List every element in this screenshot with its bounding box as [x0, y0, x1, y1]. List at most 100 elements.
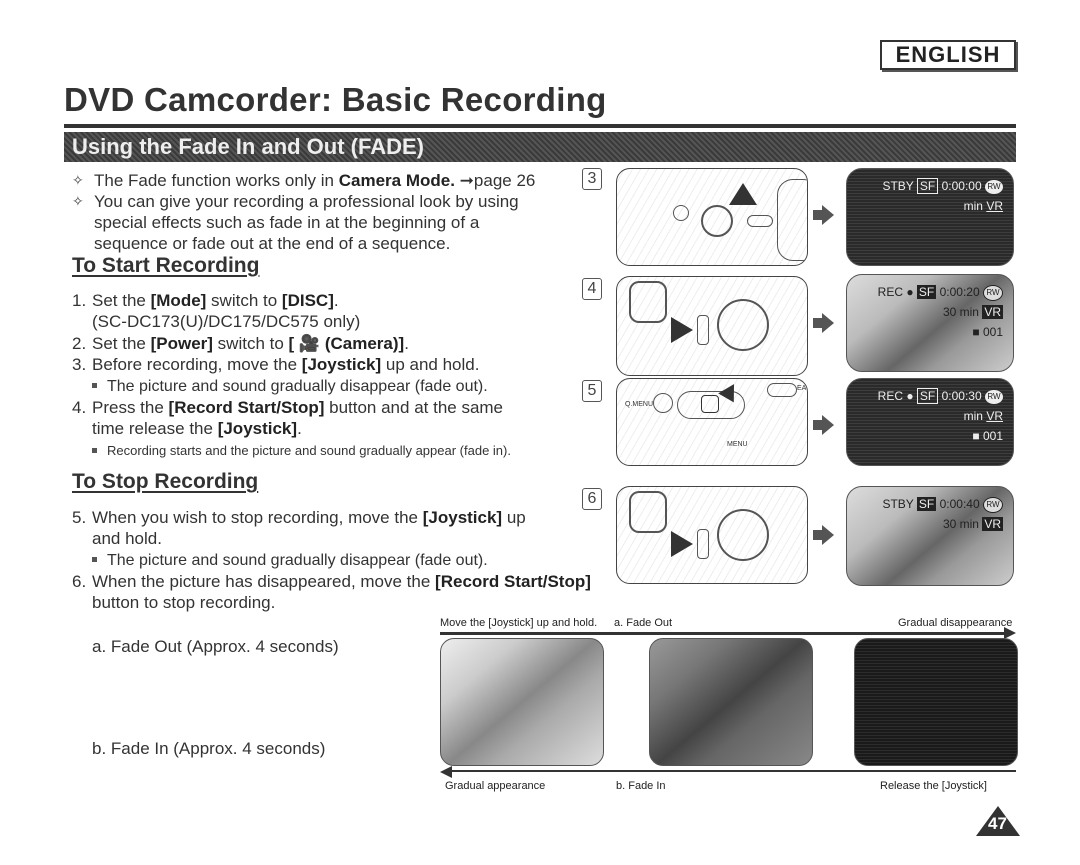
- mode-dial-icon: [717, 299, 769, 351]
- step-5-badge: 5: [582, 380, 602, 402]
- q-menu-button-icon: [653, 393, 673, 413]
- step-bold: [Mode]: [150, 291, 207, 310]
- camera-icon: ■: [972, 429, 980, 443]
- right-pointer-icon: [671, 317, 693, 343]
- step-number: 1.: [72, 291, 87, 310]
- intro-bold: Camera Mode.: [338, 171, 455, 190]
- step-text: .: [404, 334, 409, 353]
- step-subnote: The picture and sound gradually disappea…: [92, 552, 488, 569]
- dolphin-photo-dim: [649, 638, 813, 766]
- fade-out-note: a. Fade Out (Approx. 4 seconds): [92, 637, 339, 656]
- fade-in-timeline: [450, 770, 1016, 772]
- right-arrow-icon: [822, 313, 834, 333]
- up-arrow-icon: [729, 183, 757, 205]
- step-text: Press the: [92, 398, 169, 417]
- lcd-screen-stby-photo: STBY SF 0:00:40 RW 30 min VR: [846, 486, 1014, 586]
- step-text: .: [297, 419, 302, 438]
- right-arrow-icon: [822, 415, 834, 435]
- diagram-caption-top-left: Move the [Joystick] up and hold.: [440, 617, 598, 629]
- camcorder-illustration-step-5: Q.MENU EA MENU: [616, 378, 808, 466]
- mode-switch-icon: [697, 315, 709, 345]
- start-recording-heading: To Start Recording: [72, 254, 260, 277]
- menu-label: MENU: [727, 441, 748, 448]
- osd-scene-line: ■ 001: [972, 325, 1003, 339]
- step-subnote: The picture and sound gradually disappea…: [92, 378, 488, 395]
- menu-button-icon: [673, 205, 689, 221]
- lcd-screen-stby: STBY SF 0:00:00 RW min VR: [846, 168, 1014, 266]
- osd-status-line: STBY SF 0:00:40 RW: [882, 497, 1003, 513]
- step-bold: [Power]: [150, 334, 213, 353]
- subnote-text: The picture and sound gradually disappea…: [107, 378, 488, 395]
- step-text: Before recording, move the: [92, 355, 302, 374]
- black-screen: [854, 638, 1018, 766]
- step-number: 5.: [72, 508, 87, 527]
- section-title: Using the Fade In and Out (FADE): [72, 134, 424, 159]
- step-bold: [Joystick]: [217, 419, 298, 438]
- diagram-caption-bottom-right: Release the [Joystick]: [880, 780, 987, 792]
- osd-format-line: 30 min VR: [942, 305, 1003, 319]
- right-arrow-icon: [822, 205, 834, 225]
- square-bullet-icon: [92, 382, 97, 388]
- disc-rw-icon: RW: [983, 497, 1003, 513]
- joystick-center-icon: [701, 395, 719, 413]
- step-text: When the picture has disappeared, move t…: [92, 572, 436, 591]
- diagram-caption-top-right: Gradual disappearance: [898, 617, 1013, 629]
- step-text: Set the: [92, 291, 151, 310]
- diamond-bullet-icon: ✧: [72, 172, 84, 188]
- language-label: ENGLISH: [880, 40, 1016, 70]
- step-bold: [Record Start/Stop]: [168, 398, 325, 417]
- right-pointer-icon: [671, 531, 693, 557]
- eyecup-icon: [629, 281, 667, 323]
- step-6-badge: 6: [582, 488, 602, 510]
- square-bullet-icon: [92, 556, 97, 562]
- section-header: Using the Fade In and Out (FADE): [64, 132, 1016, 162]
- diamond-bullet-icon: ✧: [72, 193, 84, 209]
- intro-text: You can give your recording a profession…: [94, 192, 519, 253]
- osd-status-line: STBY SF 0:00:00 RW: [882, 178, 1003, 194]
- step-bold: [ 🎥 (Camera)]: [288, 334, 405, 353]
- intro-text: The Fade function works only in: [94, 171, 339, 190]
- ea-label: EA: [797, 385, 807, 392]
- osd-status-line: REC ● SF 0:00:30 RW: [878, 388, 1003, 404]
- step-text: up and hold.: [381, 355, 480, 374]
- title-divider: [64, 124, 1016, 128]
- camera-icon: ■: [972, 325, 980, 339]
- step-text: switch to: [206, 291, 282, 310]
- subnote-text: Recording starts and the picture and sou…: [107, 443, 511, 458]
- step-text: .: [333, 291, 339, 310]
- step-number: 4.: [72, 398, 87, 417]
- easy-q-button-icon: [747, 215, 773, 227]
- step-text: Set the: [92, 334, 151, 353]
- fade-out-timeline: [440, 632, 1005, 635]
- mode-dial-icon: [717, 509, 769, 561]
- joystick-icon: [701, 205, 733, 237]
- osd-scene-line: ■ 001: [972, 429, 1003, 443]
- model-note: (SC-DC173(U)/DC175/DC575 only): [92, 312, 361, 331]
- page-number: 47: [988, 814, 1007, 833]
- diagram-caption-bottom-left: Gradual appearance: [445, 780, 546, 792]
- diagram-caption-bottom-mid: b. Fade In: [616, 780, 666, 792]
- step-bold: [Record Start/Stop]: [435, 572, 591, 591]
- disc-rw-icon: RW: [985, 389, 1003, 404]
- step-bold: [DISC]: [281, 291, 334, 310]
- step-bold: [Joystick]: [422, 508, 503, 527]
- disc-rw-icon: RW: [985, 179, 1003, 194]
- osd-format-line: min VR: [963, 199, 1003, 213]
- disc-rw-icon: RW: [983, 285, 1003, 301]
- step-subnote: Recording starts and the picture and sou…: [92, 443, 511, 458]
- osd-format-line: 30 min VR: [942, 517, 1003, 531]
- step-3-badge: 3: [582, 168, 602, 190]
- viewfinder-icon: [777, 179, 807, 261]
- step-text: button to stop recording.: [92, 593, 276, 612]
- step-number: 2.: [72, 334, 87, 353]
- step-4-badge: 4: [582, 278, 602, 300]
- page-title: DVD Camcorder: Basic Recording: [64, 81, 607, 118]
- left-arrowhead-icon: [440, 766, 452, 778]
- step-bold: [Joystick]: [301, 355, 382, 374]
- page-ref-link[interactable]: ➞page 26: [455, 171, 536, 190]
- fade-in-note: b. Fade In (Approx. 4 seconds): [92, 739, 326, 758]
- lcd-screen-rec-black: REC ● SF 0:00:30 RW min VR ■ 001: [846, 378, 1014, 466]
- stop-recording-heading: To Stop Recording: [72, 470, 259, 493]
- osd-format-line: min VR: [963, 409, 1003, 423]
- eyecup-icon: [629, 491, 667, 533]
